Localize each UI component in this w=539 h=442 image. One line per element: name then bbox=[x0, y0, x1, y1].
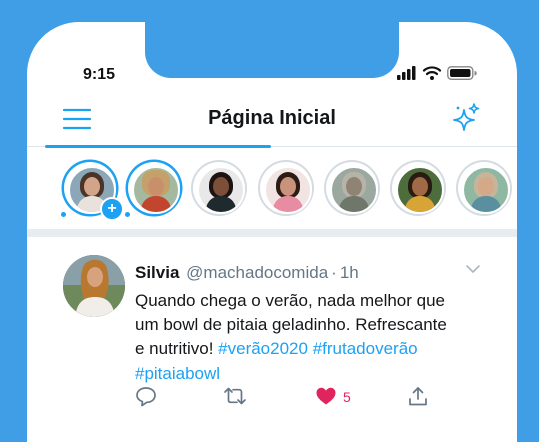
avatar[interactable] bbox=[63, 255, 125, 317]
status-icons bbox=[397, 66, 477, 81]
chevron-down-icon[interactable] bbox=[465, 263, 481, 275]
tweet-text-line: #pitaiabowl bbox=[135, 362, 495, 386]
hashtag-link[interactable]: #verão2020 bbox=[218, 339, 308, 358]
sparkle-icon[interactable] bbox=[450, 102, 482, 134]
author-name[interactable]: Silvia bbox=[135, 263, 179, 282]
wifi-icon bbox=[422, 66, 442, 80]
phone-screen: 9:15 Página Inicial + Silvia @machadocom… bbox=[27, 22, 517, 442]
story-indicator-dot bbox=[125, 212, 130, 217]
author-handle[interactable]: @machadocomida bbox=[186, 263, 328, 282]
hashtag-link[interactable]: #frutadoverão bbox=[313, 339, 418, 358]
tweet-text-line: um bowl de pitaia geladinho. Refrescante bbox=[135, 315, 447, 335]
retweet-icon[interactable] bbox=[223, 385, 247, 407]
top-header: Página Inicial bbox=[27, 98, 517, 146]
story-avatar-7[interactable] bbox=[458, 162, 510, 214]
hashtag-link[interactable]: #pitaiabowl bbox=[135, 364, 220, 383]
story-avatar-5[interactable] bbox=[326, 162, 378, 214]
signal-icon bbox=[397, 66, 416, 80]
header-accent-line bbox=[45, 145, 271, 148]
story-avatar-2[interactable] bbox=[125, 162, 180, 217]
story-avatar-4[interactable] bbox=[260, 162, 312, 214]
like-count: 5 bbox=[343, 389, 351, 405]
feed-divider bbox=[27, 229, 517, 237]
tweet-timestamp[interactable]: 1h bbox=[340, 263, 359, 282]
status-time: 9:15 bbox=[83, 66, 116, 83]
separator-dot: · bbox=[331, 263, 337, 282]
add-story-button[interactable]: + bbox=[100, 197, 124, 221]
avatar-photo bbox=[63, 255, 125, 317]
tweet-text-line: Quando chega o verão, nada melhor que bbox=[135, 291, 446, 310]
reply-icon[interactable] bbox=[135, 385, 157, 407]
story-indicator-dot bbox=[61, 212, 66, 217]
tweet-text-segment: e nutritivo! bbox=[135, 339, 219, 359]
story-avatar-3[interactable] bbox=[193, 162, 245, 214]
battery-icon bbox=[447, 66, 477, 81]
stories-row: + bbox=[27, 162, 517, 222]
tweet-text: Quando chega o verão, nada melhor que um… bbox=[135, 289, 495, 386]
tweet-header: Silvia @machadocomida · 1h bbox=[135, 263, 359, 283]
story-avatar-own[interactable]: + bbox=[61, 162, 124, 221]
story-avatar-6[interactable] bbox=[392, 162, 444, 214]
tweet-text-line: e nutritivo! #verão2020 #frutadoverão bbox=[135, 337, 495, 361]
heart-icon[interactable] bbox=[315, 385, 337, 407]
page-title: Página Inicial bbox=[208, 107, 336, 129]
share-icon[interactable] bbox=[407, 385, 429, 407]
phone-notch bbox=[145, 22, 399, 78]
tweet-card[interactable]: Silvia @machadocomida · 1h Quando chega o … bbox=[27, 237, 517, 422]
tweet-actions: 5 bbox=[27, 385, 517, 409]
